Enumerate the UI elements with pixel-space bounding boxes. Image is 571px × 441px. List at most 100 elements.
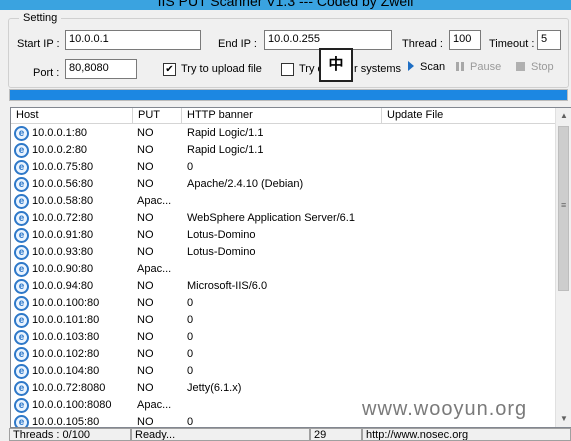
ie-globe-icon: e	[14, 194, 29, 209]
table-row[interactable]: e 10.0.0.93:80 NO Lotus-Domino	[11, 244, 556, 261]
banner-cell: Apache/2.4.10 (Debian)	[187, 178, 304, 190]
table-row[interactable]: e 10.0.0.75:80 NO 0	[11, 159, 556, 176]
column-update-file[interactable]: Update File	[382, 108, 556, 124]
table-row[interactable]: e 10.0.0.100:80 NO 0	[11, 295, 556, 312]
banner-cell: Lotus-Domino	[187, 229, 256, 241]
host-cell: e 10.0.0.100:8080	[13, 397, 132, 414]
table-row[interactable]: e 10.0.0.94:80 NO Microsoft-IIS/6.0	[11, 278, 556, 295]
scan-label: Scan	[420, 61, 446, 73]
ie-globe-icon: e	[14, 177, 29, 192]
table-row[interactable]: e 10.0.0.58:80 Apac...	[11, 193, 556, 210]
update-file-cell	[383, 346, 553, 363]
column-put[interactable]: PUT	[133, 108, 182, 124]
start-ip-input[interactable]: 10.0.0.1	[65, 30, 201, 50]
vertical-scrollbar[interactable]: ▲ ≡ ▼	[555, 108, 571, 427]
update-file-cell	[383, 244, 553, 261]
scroll-thumb[interactable]: ≡	[558, 126, 569, 291]
port-label: Port :	[33, 67, 60, 79]
list-body: e 10.0.0.1:80 NO Rapid Logic/1.1 e 10.0.0.2:8…	[11, 125, 556, 427]
table-row[interactable]: e 10.0.0.102:80 NO 0	[11, 346, 556, 363]
put-cell: NO	[137, 280, 154, 292]
grip-icon: ≡	[561, 200, 567, 210]
host-text: 10.0.0.56:80	[32, 178, 94, 190]
host-text: 10.0.0.75:80	[32, 161, 94, 173]
host-text: 10.0.0.101:80	[32, 314, 100, 326]
banner-cell: 0	[187, 365, 194, 377]
port-input[interactable]: 80,8080	[65, 59, 137, 79]
table-row[interactable]: e 10.0.0.91:80 NO Lotus-Domino	[11, 227, 556, 244]
ie-globe-icon: e	[14, 347, 29, 362]
update-file-cell	[383, 210, 553, 227]
host-cell: e 10.0.0.72:8080	[13, 380, 132, 397]
stop-icon	[516, 62, 525, 71]
banner-cell	[187, 193, 377, 210]
table-row[interactable]: e 10.0.0.72:80 NO WebSphere Application Ser…	[11, 210, 556, 227]
host-cell: e 10.0.0.90:80	[13, 261, 132, 278]
ie-globe-icon: e	[14, 364, 29, 379]
ime-indicator[interactable]: 中	[319, 48, 353, 82]
host-cell: e 10.0.0.94:80	[13, 278, 132, 295]
scan-button[interactable]: Scan	[408, 61, 445, 73]
table-row[interactable]: e 10.0.0.1:80 NO Rapid Logic/1.1	[11, 125, 556, 142]
ie-globe-icon: e	[14, 245, 29, 260]
host-text: 10.0.0.72:8080	[32, 382, 106, 394]
ie-globe-icon: e	[14, 262, 29, 277]
banner-cell: Lotus-Domino	[187, 246, 256, 258]
table-row[interactable]: e 10.0.0.101:80 NO 0	[11, 312, 556, 329]
host-text: 10.0.0.1:80	[32, 127, 88, 139]
table-row[interactable]: e 10.0.0.72:8080 NO Jetty(6.1.x)	[11, 380, 556, 397]
other-systems-label-tail: r systems	[354, 63, 402, 75]
update-file-cell	[383, 142, 553, 159]
host-text: 10.0.0.58:80	[32, 195, 94, 207]
column-http-banner[interactable]: HTTP banner	[182, 108, 382, 124]
end-ip-input[interactable]: 10.0.0.255	[264, 30, 392, 50]
host-text: 10.0.0.72:80	[32, 212, 94, 224]
host-text: 10.0.0.93:80	[32, 246, 94, 258]
table-row[interactable]: e 10.0.0.56:80 NO Apache/2.4.10 (Debian)	[11, 176, 556, 193]
upload-checkbox[interactable]: ✔	[163, 63, 176, 76]
update-file-cell	[383, 329, 553, 346]
scan-progress-bar	[9, 89, 568, 101]
put-cell: NO	[137, 365, 154, 377]
column-host[interactable]: Host	[11, 108, 133, 124]
ie-globe-icon: e	[14, 126, 29, 141]
update-file-cell	[383, 363, 553, 380]
scroll-up-icon[interactable]: ▲	[556, 108, 571, 124]
status-text: Ready...	[131, 428, 310, 441]
checkmark-icon: ✔	[165, 64, 174, 75]
start-ip-label: Start IP :	[17, 38, 60, 50]
timeout-input[interactable]: 5	[537, 30, 561, 50]
settings-legend: Setting	[23, 12, 58, 24]
status-url[interactable]: http://www.nosec.org	[362, 428, 571, 441]
play-icon	[408, 61, 414, 71]
pause-label: Pause	[470, 61, 502, 73]
table-row[interactable]: e 10.0.0.104:80 NO 0	[11, 363, 556, 380]
ie-globe-icon: e	[14, 381, 29, 396]
host-cell: e 10.0.0.56:80	[13, 176, 132, 193]
host-cell: e 10.0.0.58:80	[13, 193, 132, 210]
put-cell: NO	[137, 331, 154, 343]
put-cell: NO	[137, 127, 154, 139]
banner-cell: Rapid Logic/1.1	[187, 144, 264, 156]
ie-globe-icon: e	[14, 398, 29, 413]
scroll-down-icon[interactable]: ▼	[556, 411, 571, 427]
ie-globe-icon: e	[14, 228, 29, 243]
update-file-cell	[383, 125, 553, 142]
banner-cell: 0	[187, 314, 194, 326]
banner-cell	[187, 397, 377, 414]
put-cell: NO	[137, 178, 154, 190]
put-cell: NO	[137, 314, 154, 326]
thread-input[interactable]: 100	[449, 30, 481, 50]
update-file-cell	[383, 261, 553, 278]
pause-button[interactable]: Pause	[456, 61, 501, 73]
host-text: 10.0.0.91:80	[32, 229, 94, 241]
results-list[interactable]: Host PUT HTTP banner Update File e 10.0.0…	[10, 107, 571, 428]
table-row[interactable]: e 10.0.0.103:80 NO 0	[11, 329, 556, 346]
host-cell: e 10.0.0.105:80	[13, 414, 132, 427]
other-systems-checkbox[interactable]	[281, 63, 294, 76]
table-row[interactable]: e 10.0.0.2:80 NO Rapid Logic/1.1	[11, 142, 556, 159]
table-row[interactable]: e 10.0.0.90:80 Apac...	[11, 261, 556, 278]
put-cell: NO	[137, 382, 154, 394]
stop-button[interactable]: Stop	[516, 61, 554, 73]
host-text: 10.0.0.103:80	[32, 331, 100, 343]
